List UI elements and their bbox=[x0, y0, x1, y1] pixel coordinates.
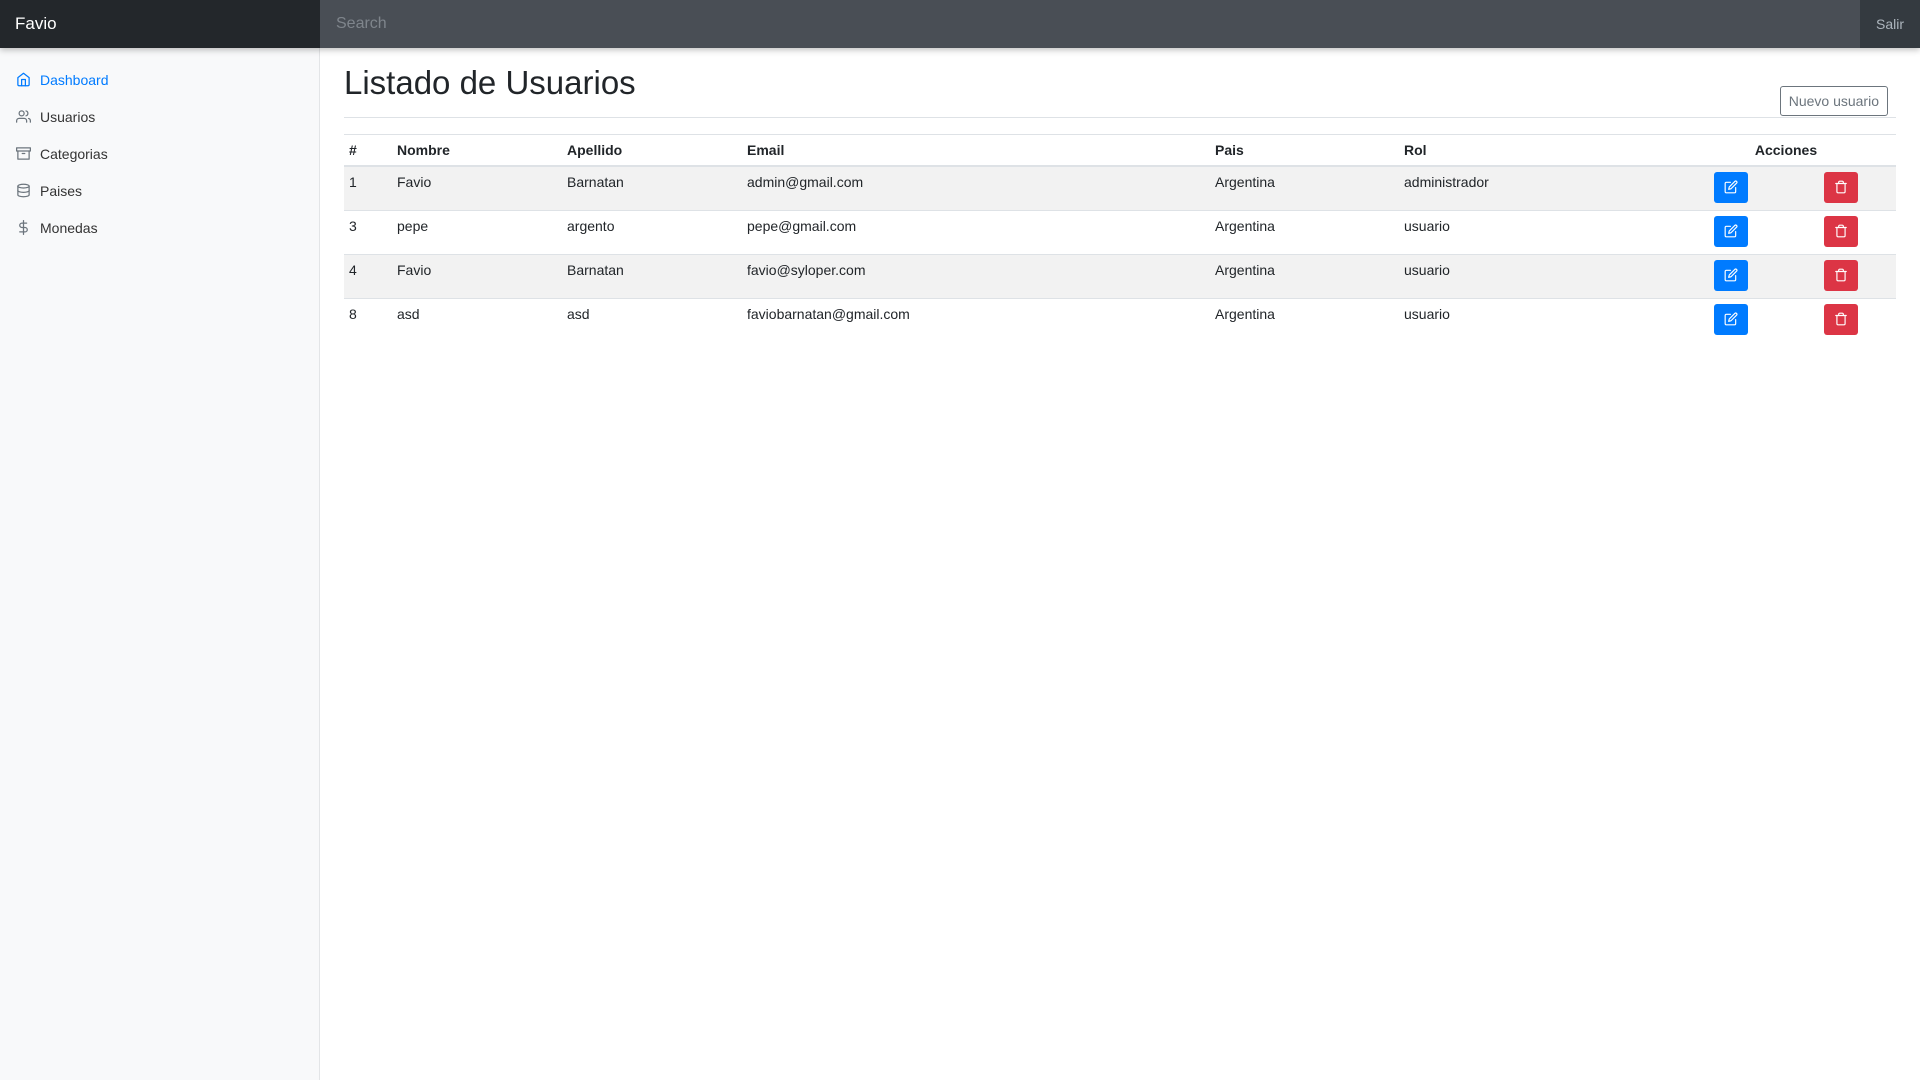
cell-id: 8 bbox=[344, 297, 392, 342]
sidebar-item-label: Categorias bbox=[40, 145, 108, 162]
edit-icon bbox=[1724, 268, 1738, 282]
users-icon bbox=[15, 108, 32, 125]
cell-nombre: asd bbox=[392, 297, 562, 342]
cell-apellido: argento bbox=[562, 209, 742, 254]
cell-pais: Argentina bbox=[1210, 297, 1399, 342]
sidebar-item-label: Monedas bbox=[40, 219, 98, 236]
table-row: 3 pepe argento pepe@gmail.com Argentina … bbox=[344, 209, 1896, 254]
column-header-id: # bbox=[344, 134, 392, 167]
cell-id: 4 bbox=[344, 253, 392, 298]
edit-button[interactable] bbox=[1714, 215, 1748, 247]
column-header-email: Email bbox=[742, 134, 1210, 167]
cell-id: 3 bbox=[344, 209, 392, 254]
archive-icon bbox=[15, 145, 32, 162]
delete-button[interactable] bbox=[1824, 215, 1858, 247]
column-header-acciones: Acciones bbox=[1676, 134, 1896, 167]
main-content: Listado de Usuarios Nuevo usuario # Nomb… bbox=[344, 48, 1896, 342]
home-icon bbox=[15, 71, 32, 88]
cell-apellido: Barnatan bbox=[562, 165, 742, 210]
sidebar-item-monedas[interactable]: Monedas bbox=[0, 209, 319, 246]
page-header: Listado de Usuarios Nuevo usuario bbox=[344, 48, 1896, 118]
table-row: 4 Favio Barnatan favio@syloper.com Argen… bbox=[344, 253, 1896, 298]
search-input[interactable] bbox=[320, 0, 1860, 48]
delete-button[interactable] bbox=[1824, 259, 1858, 291]
delete-button[interactable] bbox=[1824, 303, 1858, 335]
sidebar-item-usuarios[interactable]: Usuarios bbox=[0, 98, 319, 135]
trash-icon bbox=[1835, 268, 1847, 282]
cell-email: favio@syloper.com bbox=[742, 253, 1210, 298]
sidebar-item-dashboard[interactable]: Dashboard bbox=[0, 61, 319, 98]
column-header-pais: Pais bbox=[1210, 134, 1399, 167]
edit-icon bbox=[1724, 312, 1738, 326]
edit-button[interactable] bbox=[1714, 171, 1748, 203]
edit-button[interactable] bbox=[1714, 303, 1748, 335]
cell-rol: usuario bbox=[1399, 253, 1676, 298]
sidebar: Dashboard Usuarios Categorias Paises Mon… bbox=[0, 48, 320, 1080]
sidebar-item-label: Paises bbox=[40, 182, 83, 199]
cell-id: 1 bbox=[344, 165, 392, 210]
cell-rol: administrador bbox=[1399, 165, 1676, 210]
cell-email: admin@gmail.com bbox=[742, 165, 1210, 210]
table-row: 1 Favio Barnatan admin@gmail.com Argenti… bbox=[344, 165, 1896, 210]
column-header-apellido: Apellido bbox=[562, 134, 742, 167]
cell-pais: Argentina bbox=[1210, 165, 1399, 210]
dollar-icon bbox=[15, 219, 32, 236]
cell-pais: Argentina bbox=[1210, 209, 1399, 254]
table-row: 8 asd asd faviobarnatan@gmail.com Argent… bbox=[344, 297, 1896, 342]
users-table: # Nombre Apellido Email Pais Rol Accione… bbox=[344, 134, 1896, 342]
edit-button[interactable] bbox=[1714, 259, 1748, 291]
cell-nombre: Favio bbox=[392, 165, 562, 210]
cell-rol: usuario bbox=[1399, 209, 1676, 254]
new-user-button[interactable]: Nuevo usuario bbox=[1779, 86, 1888, 116]
table-header-row: # Nombre Apellido Email Pais Rol Accione… bbox=[344, 134, 1896, 167]
delete-button[interactable] bbox=[1824, 171, 1858, 203]
cell-email: pepe@gmail.com bbox=[742, 209, 1210, 254]
sidebar-item-categorias[interactable]: Categorias bbox=[0, 135, 319, 172]
database-icon bbox=[15, 182, 32, 199]
brand-label[interactable]: Favio bbox=[0, 0, 320, 48]
edit-icon bbox=[1724, 180, 1738, 194]
cell-pais: Argentina bbox=[1210, 253, 1399, 298]
trash-icon bbox=[1835, 180, 1847, 194]
trash-icon bbox=[1835, 312, 1847, 326]
cell-apellido: Barnatan bbox=[562, 253, 742, 298]
cell-apellido: asd bbox=[562, 297, 742, 342]
top-navbar: Favio Salir bbox=[0, 0, 1920, 48]
column-header-rol: Rol bbox=[1399, 134, 1676, 167]
edit-icon bbox=[1724, 224, 1738, 238]
cell-nombre: pepe bbox=[392, 209, 562, 254]
cell-nombre: Favio bbox=[392, 253, 562, 298]
cell-rol: usuario bbox=[1399, 297, 1676, 342]
sidebar-item-label: Dashboard bbox=[40, 71, 109, 88]
column-header-nombre: Nombre bbox=[392, 134, 562, 167]
trash-icon bbox=[1835, 224, 1847, 238]
logout-link[interactable]: Salir bbox=[1860, 0, 1920, 48]
page-title: Listado de Usuarios bbox=[344, 64, 636, 101]
cell-email: faviobarnatan@gmail.com bbox=[742, 297, 1210, 342]
sidebar-item-label: Usuarios bbox=[40, 108, 96, 125]
sidebar-item-paises[interactable]: Paises bbox=[0, 172, 319, 209]
